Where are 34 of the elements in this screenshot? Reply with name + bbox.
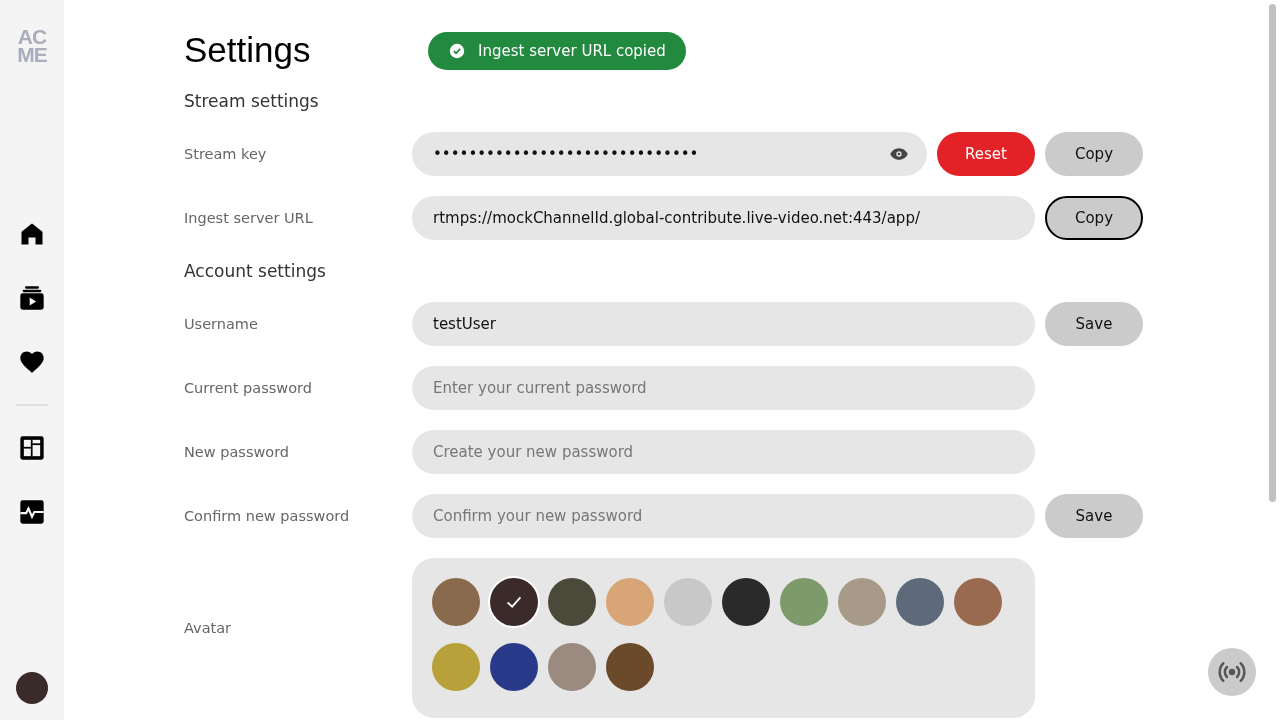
action-button[interactable]: Save xyxy=(1045,494,1143,538)
video-stack-icon xyxy=(18,284,46,312)
field-label: Current password xyxy=(184,380,313,396)
activity-icon xyxy=(18,498,46,526)
field-label: Username xyxy=(184,316,259,332)
avatar-option-photo-placeholder[interactable] xyxy=(490,643,538,691)
section-heading: Account settings xyxy=(184,260,327,282)
section-heading: Stream settings xyxy=(184,90,320,112)
avatar-option-photo-placeholder[interactable] xyxy=(606,643,654,691)
text-field[interactable]: testUser xyxy=(412,302,1035,346)
action-button[interactable]: Reset xyxy=(937,132,1035,176)
text-field[interactable]: •••••••••••••••••••••••••••••• xyxy=(412,132,927,176)
scrollbar-thumb[interactable] xyxy=(1269,4,1276,502)
avatar-option-photo-placeholder[interactable] xyxy=(548,578,596,626)
text-field[interactable]: Create your new password xyxy=(412,430,1035,474)
action-button[interactable]: Save xyxy=(1045,302,1143,346)
text-field[interactable]: Enter your current password xyxy=(412,366,1035,410)
check-circle-icon xyxy=(448,42,466,60)
toast-notification: Ingest server URL copied xyxy=(428,32,686,70)
user-avatar-photo-placeholder[interactable] xyxy=(16,672,48,704)
page-title: Settings xyxy=(184,30,311,70)
field-label: Avatar xyxy=(184,620,233,636)
field-label: Confirm new password xyxy=(184,508,351,524)
broadcast-button[interactable] xyxy=(1208,648,1256,696)
action-button[interactable]: Copy xyxy=(1045,132,1143,176)
avatar-option-photo-placeholder[interactable] xyxy=(722,578,770,626)
text-field[interactable]: rtmps://mockChannelId.global-contribute.live-video.net:443/app/ xyxy=(412,196,1035,240)
field-label: Ingest server URL xyxy=(184,210,314,226)
field-label: Stream key xyxy=(184,146,268,162)
field-label: New password xyxy=(184,444,291,460)
dashboard-icon xyxy=(18,434,46,462)
action-button[interactable]: Copy xyxy=(1045,196,1143,240)
text-field[interactable]: Confirm your new password xyxy=(412,494,1035,538)
avatar-option-photo-placeholder[interactable] xyxy=(490,578,538,626)
